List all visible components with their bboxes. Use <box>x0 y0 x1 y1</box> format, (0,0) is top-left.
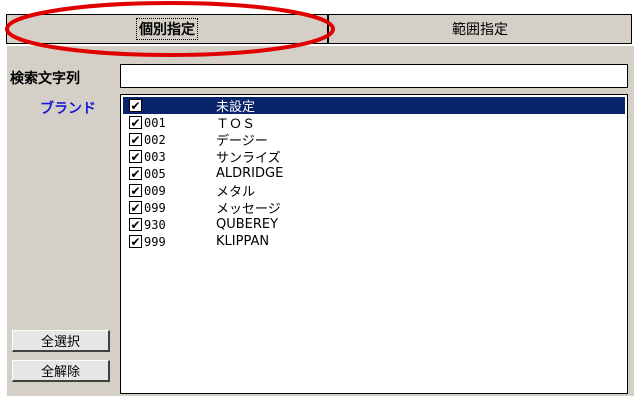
brand-code: 999 <box>144 234 166 249</box>
tab-range[interactable]: 範囲指定 <box>328 14 632 44</box>
brand-list-item[interactable]: ✔ 未設定 <box>123 97 625 115</box>
clear-all-button[interactable]: 全解除 <box>12 360 110 382</box>
brand-list-item[interactable]: ✔ 930 QUBEREY <box>123 216 625 233</box>
brand-list-item[interactable]: ✔ 099 メッセージ <box>123 199 625 217</box>
checkbox[interactable]: ✔ <box>129 99 142 112</box>
search-label: 検索文字列 <box>10 71 80 87</box>
brand-code: 009 <box>144 183 166 198</box>
brand-code: 003 <box>144 149 166 164</box>
brand-name: KLIPPAN <box>216 234 270 249</box>
brand-name: ALDRIDGE <box>216 166 284 181</box>
brand-code: 001 <box>144 115 166 130</box>
brand-list-item[interactable]: ✔ 003 サンライズ <box>123 148 625 166</box>
tab-individual-label: 個別指定 <box>136 18 198 40</box>
brand-list-item[interactable]: ✔ 009 メタル <box>123 182 625 200</box>
brand-list-item[interactable]: ✔ 001 ＴＯＳ <box>123 114 625 132</box>
brand-code: 005 <box>144 166 166 181</box>
checkbox[interactable]: ✔ <box>129 116 142 129</box>
checkbox[interactable]: ✔ <box>129 218 142 231</box>
brand-code: 002 <box>144 132 166 147</box>
checkbox[interactable]: ✔ <box>129 184 142 197</box>
brand-name: サンライズ <box>216 151 281 166</box>
checkbox[interactable]: ✔ <box>129 150 142 163</box>
brand-name: QUBEREY <box>216 217 279 232</box>
brand-list-item[interactable]: ✔ 002 デージー <box>123 131 625 149</box>
search-input[interactable] <box>120 64 628 88</box>
checkbox[interactable]: ✔ <box>129 201 142 214</box>
tab-strip: 個別指定 範囲指定 <box>0 0 634 46</box>
brand-code: 930 <box>144 217 166 232</box>
checkbox[interactable]: ✔ <box>129 167 142 180</box>
brand-code: 099 <box>144 200 166 215</box>
brand-name: メッセージ <box>216 202 281 217</box>
brand-list-item[interactable]: ✔ 999 KLIPPAN <box>123 233 625 250</box>
checkbox[interactable]: ✔ <box>129 235 142 248</box>
brand-list[interactable]: ✔ 未設定 ✔ 001 ＴＯＳ ✔ 002 デージー ✔ 003 サンライズ ✔ 005 ALDRIDGE… <box>120 94 628 394</box>
select-all-button[interactable]: 全選択 <box>12 330 110 352</box>
brand-list-item[interactable]: ✔ 005 ALDRIDGE <box>123 165 625 182</box>
brand-label: ブランド <box>40 101 96 117</box>
checkbox[interactable]: ✔ <box>129 133 142 146</box>
tab-individual[interactable]: 個別指定 <box>6 14 328 44</box>
tab-range-label: 範囲指定 <box>452 22 508 38</box>
